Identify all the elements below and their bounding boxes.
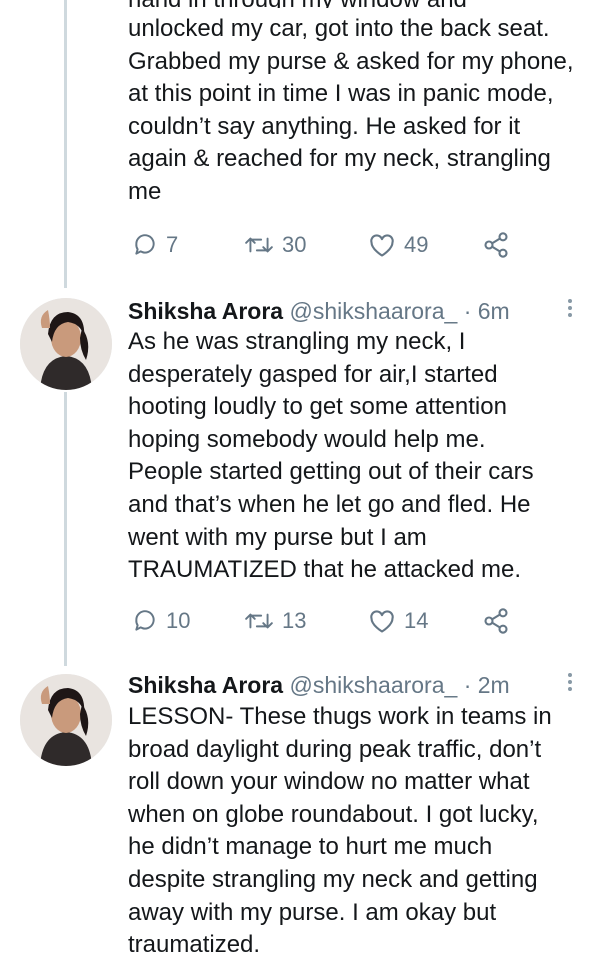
reply-icon — [135, 234, 155, 255]
timestamp[interactable]: · 2m — [464, 672, 510, 698]
like-count: 14 — [404, 608, 429, 633]
tweet-header: Shiksha Arora @shikshaarora_ · 6m — [128, 296, 510, 326]
tweet[interactable]: Shiksha Arora @shikshaarora_ · 2m LESSON… — [0, 666, 603, 960]
share-icon — [484, 232, 508, 258]
tweet-text: LESSON- These thugs work in teams in bro… — [128, 701, 583, 962]
tweet-line: away with my purse. I am okay but — [128, 898, 497, 926]
tweet-text: As he was strangling my neck, I desperat… — [128, 326, 583, 587]
tweet-line: hoping somebody would help me. — [128, 425, 486, 453]
tweet-line: hooting loudly to get some attention — [128, 393, 507, 421]
reply-count: 7 — [166, 232, 179, 257]
retweet-button[interactable]: 30 — [244, 230, 306, 260]
tweet-text: unlocked my car, got into the back seat.… — [128, 13, 583, 209]
tweet-line: me — [128, 177, 162, 205]
like-button[interactable]: 49 — [368, 230, 428, 260]
tweet-line: LESSON- These thugs work in teams in — [128, 703, 552, 730]
cut-off-text: hand in through my window and — [128, 0, 467, 8]
tweet-line: TRAUMATIZED that he attacked me. — [128, 556, 522, 584]
retweet-icon — [245, 613, 273, 629]
user-handle[interactable]: @shikshaarora_ — [289, 298, 457, 324]
retweet-button[interactable]: 13 — [244, 606, 306, 636]
tweet-line: despite strangling my neck and getting — [128, 865, 538, 893]
tweet-line: broad daylight during peak traffic, don’… — [128, 735, 542, 763]
retweet-icon — [245, 237, 273, 253]
heart-icon — [370, 234, 394, 257]
like-button[interactable]: 14 — [368, 606, 428, 636]
tweet-line: at this point in time I was in panic mod… — [128, 80, 554, 108]
tweet-line: and that’s when he let go and fled. He — [128, 490, 531, 518]
reply-button[interactable]: 7 — [132, 230, 178, 260]
tweet-line: traumatized. — [128, 931, 261, 959]
tweet-line: when on globe roundabout. I got lucky, — [128, 800, 539, 828]
heart-icon — [370, 610, 394, 633]
timestamp[interactable]: · 6m — [464, 298, 510, 324]
tweet-line: roll down your window no matter what — [128, 768, 530, 796]
tweet-line: went with my purse but I am — [128, 523, 427, 551]
tweet-line: couldn’t say anything. He asked for it — [128, 112, 521, 140]
tweet-line: again & reached for my neck, strangling — [128, 145, 551, 173]
avatar[interactable] — [20, 674, 112, 766]
tweet-header: Shiksha Arora @shikshaarora_ · 2m — [128, 670, 510, 700]
reply-icon — [135, 610, 155, 631]
tweet-line: As he was strangling my neck, I — [128, 328, 466, 355]
reply-button[interactable]: 10 — [132, 606, 190, 636]
share-button[interactable] — [482, 230, 510, 260]
tweet-previous[interactable]: hand in through my window and unlocked m… — [0, 0, 603, 280]
display-name[interactable]: Shiksha Arora — [128, 672, 283, 698]
tweet-line: he didn’t manage to hurt me much — [128, 833, 493, 861]
tweet-line: unlocked my car, got into the back seat. — [128, 15, 550, 42]
avatar[interactable] — [20, 298, 112, 390]
share-button[interactable] — [482, 606, 510, 636]
tweet-line: Grabbed my purse & asked for my phone, — [128, 47, 574, 75]
more-options-icon[interactable] — [563, 670, 577, 694]
tweet-actions: 7 30 49 — [128, 230, 528, 260]
user-handle[interactable]: @shikshaarora_ — [289, 672, 457, 698]
share-icon — [484, 608, 508, 634]
more-options-icon[interactable] — [563, 296, 577, 320]
tweet[interactable]: Shiksha Arora @shikshaarora_ · 6m As he … — [0, 288, 603, 658]
retweet-count: 13 — [282, 608, 307, 633]
like-count: 49 — [404, 232, 429, 257]
reply-count: 10 — [166, 608, 191, 633]
tweet-line: desperately gasped for air,I started — [128, 360, 498, 388]
display-name[interactable]: Shiksha Arora — [128, 298, 283, 324]
tweet-actions: 10 13 14 — [128, 606, 528, 636]
tweet-line: People started getting out of their cars — [128, 458, 534, 486]
retweet-count: 30 — [282, 232, 307, 257]
